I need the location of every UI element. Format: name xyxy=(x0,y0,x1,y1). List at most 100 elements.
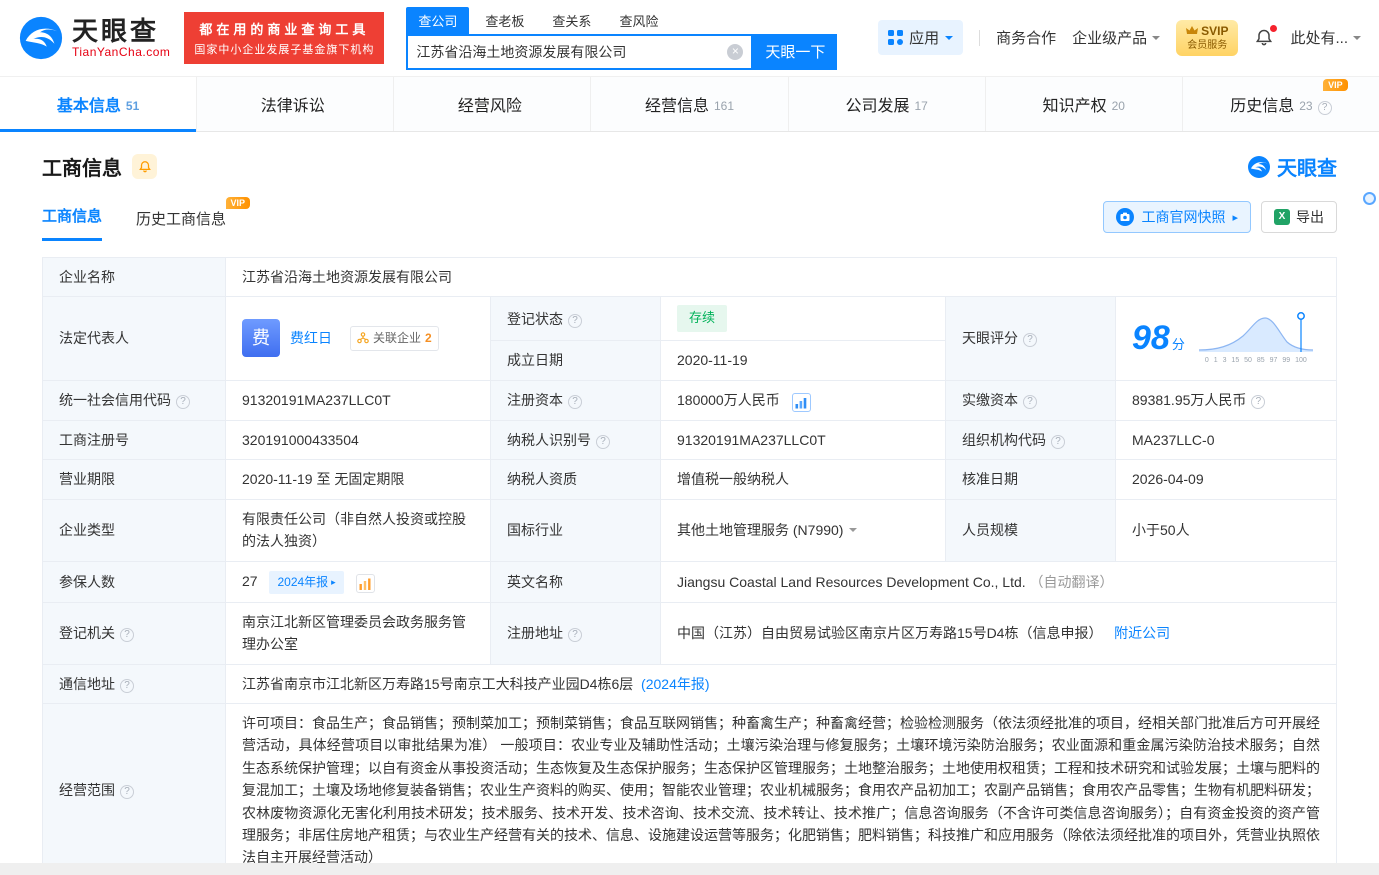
taxpayer-quality-label: 纳税人资质 xyxy=(490,459,661,500)
reg-number-value: 320191000433504 xyxy=(225,420,491,461)
side-anchor-dot[interactable] xyxy=(1363,192,1376,205)
tab-basic-info[interactable]: 基本信息 51 xyxy=(0,77,198,132)
help-icon[interactable]: ? xyxy=(120,785,134,800)
business-cooperation-link[interactable]: 商务合作 xyxy=(996,27,1056,48)
search-tab-company[interactable]: 查公司 xyxy=(406,6,470,34)
snapshot-camera-icon xyxy=(1116,208,1135,226)
help-icon[interactable]: ? xyxy=(568,395,582,410)
credit-code-value: 91320191MA237LLC0T xyxy=(225,379,491,422)
help-icon[interactable]: ? xyxy=(1023,395,1037,410)
reg-address-value: 中国（江苏）自由贸易试验区南京片区万寿路15号D4栋（信息申报） 附近公司 xyxy=(660,601,1337,665)
divider xyxy=(979,29,981,46)
help-icon[interactable]: ? xyxy=(568,313,582,328)
table-row: 参保人数 27 2024年报 ▸ 英文名称 Jiangsu Coastal Lan… xyxy=(42,560,1337,603)
help-icon[interactable]: ? xyxy=(1051,435,1065,450)
table-row: 企业类型 有限责任公司（非自然人投资或控股的法人独资） 国标行业 其他土地管理服… xyxy=(42,498,1337,562)
legal-rep-name-link[interactable]: 费红日 xyxy=(290,327,332,349)
svip-sublabel: 会员服务 xyxy=(1187,39,1228,51)
tianyancha-logo-icon xyxy=(1248,155,1270,178)
help-icon[interactable]: ? xyxy=(1317,101,1332,115)
search-tab-boss[interactable]: 查老板 xyxy=(473,7,536,34)
mail-address-value: 江苏省南京市江北新区万寿路15号南京工大科技产业园D4栋6层 (2024年报) xyxy=(225,663,1337,705)
legal-rep-avatar[interactable]: 费 xyxy=(242,319,280,358)
mail-address-label: 通信地址? xyxy=(42,663,226,705)
help-icon[interactable]: ? xyxy=(1023,333,1037,348)
table-row: 企业名称 江苏省沿海土地资源发展有限公司 xyxy=(42,256,1337,298)
reg-status-label: 登记状态? xyxy=(490,296,661,342)
monitor-bell-button[interactable] xyxy=(132,154,157,179)
help-icon[interactable]: ? xyxy=(176,395,190,410)
search-input[interactable] xyxy=(416,43,728,60)
user-menu[interactable]: 此处有... xyxy=(1290,27,1361,48)
business-scope-value: 许可项目：食品生产；食品销售；预制菜加工；预制菜销售；食品互联网销售；种畜禽生产… xyxy=(225,703,1337,875)
search-row: × 天眼一下 xyxy=(406,33,838,70)
tab-legal-proceedings[interactable]: 法律诉讼 xyxy=(197,77,395,131)
insured-trend-icon[interactable] xyxy=(355,574,375,594)
company-name-label: 企业名称 xyxy=(42,256,226,298)
table-row: 通信地址? 江苏省南京市江北新区万寿路15号南京工大科技产业园D4栋6层 (20… xyxy=(42,663,1337,705)
header-right-menu: 应用 商务合作 企业级产品 SVIP 会员服务 此处有... xyxy=(878,20,1361,56)
svip-label: SVIP xyxy=(1201,24,1229,39)
staff-size-label: 人员规模 xyxy=(945,498,1116,562)
score-value[interactable]: 98 分 xyxy=(1132,321,1185,356)
reg-capital-value: 180000万人民币 xyxy=(660,379,946,422)
tianyancha-logo[interactable]: 天眼查 TianYanCha.com xyxy=(18,15,170,61)
establish-date-value: 2020-11-19 xyxy=(660,340,946,381)
enterprise-product-menu[interactable]: 企业级产品 xyxy=(1072,27,1161,48)
reg-capital-label: 注册资本? xyxy=(490,379,661,422)
chevron-down-icon[interactable] xyxy=(849,528,858,536)
subtab-history-business-info[interactable]: 历史工商信息 VIP xyxy=(136,197,251,241)
score-axis-labels: 0 1 3 15 50 85 97 99 100 xyxy=(1204,357,1307,365)
capital-chart-icon[interactable] xyxy=(791,393,811,413)
subtab-business-info[interactable]: 工商信息 xyxy=(42,205,103,241)
help-icon[interactable]: ? xyxy=(568,628,582,643)
notifications-button[interactable] xyxy=(1254,24,1278,48)
help-icon[interactable]: ? xyxy=(596,435,610,450)
head-actions: 工商官网快照 ▸ X 导出 xyxy=(1103,201,1337,241)
vip-badge: VIP xyxy=(1323,79,1348,91)
tab-intellectual-property[interactable]: 知识产权 20 xyxy=(986,77,1183,131)
user-label: 此处有... xyxy=(1290,30,1348,48)
tianyancha-logo-icon xyxy=(19,16,63,60)
svip-member-badge[interactable]: SVIP 会员服务 xyxy=(1176,20,1239,56)
search-tab-risk[interactable]: 查风险 xyxy=(607,7,670,34)
taxpayer-id-value: 91320191MA237LLC0T xyxy=(660,420,946,461)
tab-history-info[interactable]: VIP 历史信息 23? xyxy=(1183,77,1379,131)
export-button[interactable]: X 导出 xyxy=(1261,201,1337,233)
notification-dot xyxy=(1270,24,1278,32)
help-icon[interactable]: ? xyxy=(120,678,134,693)
taxpayer-quality-value: 增值税一般纳税人 xyxy=(660,459,946,500)
tab-operation-risk[interactable]: 经营风险 xyxy=(394,77,592,131)
tab-operation-info[interactable]: 经营信息 161 xyxy=(591,77,789,131)
related-company-tag[interactable]: 关联企业 2 xyxy=(350,325,439,352)
search-box: × xyxy=(406,33,754,70)
auto-translate-note: （自动翻译） xyxy=(1029,573,1114,590)
help-icon[interactable]: ? xyxy=(120,628,134,643)
annual-report-link[interactable]: (2024年报) xyxy=(641,676,709,692)
nearby-companies-link[interactable]: 附近公司 xyxy=(1114,625,1170,641)
search-button[interactable]: 天眼一下 xyxy=(753,33,838,70)
chevron-down-icon xyxy=(1353,35,1361,44)
table-row: 法定代表人 费 费红日 关联企业 2 登记状态 ? 存续 天眼评分 ? 98 分… xyxy=(42,296,1337,381)
reg-status-value: 存续 xyxy=(660,296,946,342)
help-icon[interactable]: ? xyxy=(1251,395,1266,410)
table-row: 统一社会信用代码? 91320191MA237LLC0T 注册资本? 18000… xyxy=(42,379,1337,422)
vip-badge: VIP xyxy=(225,197,251,209)
search-tab-relation[interactable]: 查关系 xyxy=(540,7,603,34)
annual-report-tag[interactable]: 2024年报 ▸ xyxy=(269,570,344,594)
official-snapshot-button[interactable]: 工商官网快照 ▸ xyxy=(1103,201,1251,233)
establish-date-label: 成立日期 xyxy=(490,340,661,381)
section-head: 工商信息 天眼查 xyxy=(0,132,1379,181)
tianyancha-watermark: 天眼查 xyxy=(1247,152,1337,181)
clear-search-icon[interactable]: × xyxy=(727,43,744,60)
credit-code-label: 统一社会信用代码? xyxy=(42,379,226,422)
paid-capital-label: 实缴资本? xyxy=(945,379,1116,422)
english-name-label: 英文名称 xyxy=(490,560,661,603)
score-curve-chart: 0 1 3 15 50 85 97 99 100 xyxy=(1197,310,1315,366)
tab-company-development[interactable]: 公司发展 17 xyxy=(789,77,986,131)
page-gap xyxy=(0,863,1379,875)
apps-menu[interactable]: 应用 xyxy=(878,20,964,56)
business-scope-label: 经营范围? xyxy=(42,703,226,875)
excel-icon: X xyxy=(1274,209,1290,225)
industry-label: 国标行业 xyxy=(490,498,661,562)
